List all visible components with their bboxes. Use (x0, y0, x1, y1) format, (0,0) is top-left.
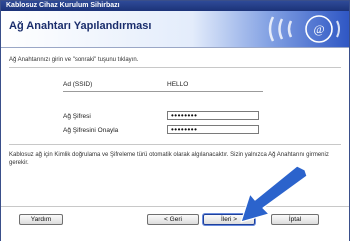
network-key-label: Ağ Şifresi (63, 113, 91, 120)
wireless-signal-icon: @ (268, 15, 340, 43)
help-button[interactable]: Yardım (19, 214, 63, 225)
network-key-input[interactable]: •••••••• (167, 111, 259, 120)
window-title: Kablosuz Cihaz Kurulum Sihirbazı (6, 2, 120, 9)
ssid-underline (63, 91, 263, 92)
page-title: Ağ Anahtarı Yapılandırması (9, 20, 152, 32)
divider-bottom (9, 144, 341, 145)
setup-wizard-window: Kablosuz Cihaz Kurulum Sihirbazı Ağ Anah… (0, 0, 350, 241)
arrow-pointer-icon (240, 166, 308, 223)
divider-top (9, 67, 341, 68)
instruction-text: Ağ Anahtarınızı girin ve "sonraki" tuşun… (9, 57, 139, 63)
back-button[interactable]: < Geri (147, 214, 199, 225)
ssid-value: HELLO (167, 81, 189, 88)
confirm-key-input[interactable]: •••••••• (167, 125, 259, 134)
confirm-key-label: Ağ Şifresini Onayla (63, 127, 119, 134)
svg-text:@: @ (313, 22, 324, 36)
info-note: Kablosuz ağ için Kimlik doğrulama ve Şif… (9, 152, 329, 166)
title-bar: Kablosuz Cihaz Kurulum Sihirbazı (1, 1, 349, 11)
ssid-label: Ad (SSID) (63, 81, 93, 88)
wizard-header: Ağ Anahtarı Yapılandırması @ (1, 11, 349, 48)
